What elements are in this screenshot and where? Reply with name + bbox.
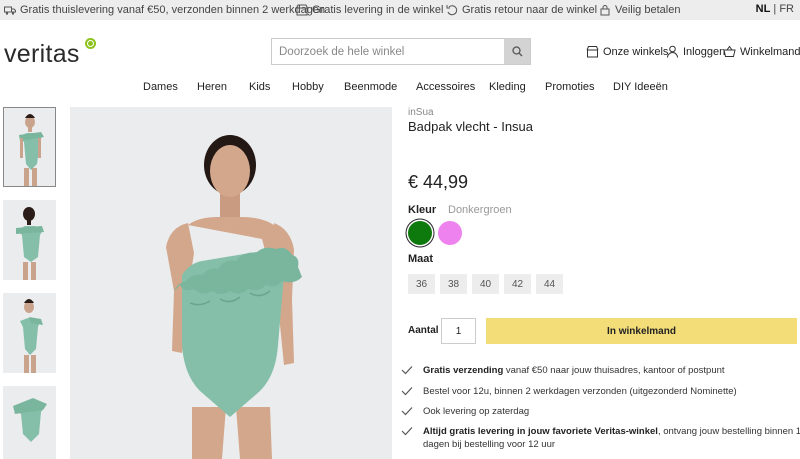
thumbnail-side-image xyxy=(20,299,43,373)
nav-item-promoties[interactable]: Promoties xyxy=(545,81,595,93)
store-icon xyxy=(296,4,308,16)
thumbnail-front-image xyxy=(19,114,44,186)
model-swimsuit-photo xyxy=(166,135,302,459)
cart-link[interactable]: Winkelmandje xyxy=(723,45,800,58)
store-icon xyxy=(586,46,599,58)
size-option-36[interactable]: 36 xyxy=(408,274,435,294)
usp-delivery-text: Gratis thuislevering vanaf €50, verzonde… xyxy=(20,4,326,16)
language-switch: NL | FR xyxy=(756,3,794,15)
usp-store-text: Gratis levering in de winkel xyxy=(312,4,444,16)
product-price: € 44,99 xyxy=(408,172,469,192)
check-icon xyxy=(401,387,413,396)
thumbnail-front[interactable] xyxy=(3,107,56,187)
nav-item-heren[interactable]: Heren xyxy=(197,81,227,93)
basket-icon xyxy=(723,45,736,57)
size-label: Maat xyxy=(408,253,434,265)
usp-store: Gratis levering in de winkel xyxy=(296,3,443,17)
benefit-free-shipping-bold: Gratis verzending xyxy=(423,365,504,376)
color-value: Donkergroen xyxy=(448,204,512,216)
cart-label: Winkelmandje xyxy=(740,45,800,58)
nav-item-accessoires[interactable]: Accessoires xyxy=(416,81,475,93)
check-icon xyxy=(401,366,413,375)
product-title: Badpak vlecht - Insua xyxy=(408,119,534,134)
benefit-store-delivery-line2: dagen bij bestelling voor 12 uur xyxy=(423,439,556,450)
search-input[interactable] xyxy=(272,39,504,64)
quantity-input[interactable]: 1 xyxy=(441,318,476,344)
stores-link[interactable]: Onze winkels xyxy=(586,45,668,58)
lang-nl[interactable]: NL xyxy=(756,3,771,15)
login-link[interactable]: Inloggen xyxy=(666,45,725,58)
return-icon xyxy=(446,5,458,16)
lock-icon xyxy=(600,5,610,16)
user-icon xyxy=(667,45,678,58)
nav-item-beenmode[interactable]: Beenmode xyxy=(344,81,397,93)
thumbnail-back-image xyxy=(16,207,44,280)
logo-dot-icon xyxy=(85,38,96,49)
search-button[interactable] xyxy=(504,39,530,64)
product-brand[interactable]: inSua xyxy=(408,107,434,118)
stores-label: Onze winkels xyxy=(603,45,669,58)
add-to-cart-button[interactable]: In winkelmand xyxy=(486,318,797,344)
thumbnail-flatlay[interactable] xyxy=(3,386,56,459)
usp-return-text: Gratis retour naar de winkel xyxy=(462,4,598,16)
size-option-40[interactable]: 40 xyxy=(472,274,499,294)
swatch-pink[interactable] xyxy=(438,221,462,245)
search-bar xyxy=(271,38,531,65)
color-label: Kleur xyxy=(408,204,437,216)
benefit-store-delivery-rest: , ontvang jouw bestelling binnen 10 xyxy=(657,426,800,437)
usp-secure-text: Veilig betalen xyxy=(615,4,681,16)
benefit-fast-delivery: Bestel voor 12u, binnen 2 werkdagen verz… xyxy=(423,386,737,397)
benefit-saturday: Ook levering op zaterdag xyxy=(423,406,530,417)
benefit-free-shipping: Gratis verzending vanaf €50 naar jouw th… xyxy=(423,364,725,377)
nav-item-hobby[interactable]: Hobby xyxy=(292,81,324,93)
quantity-label: Aantal xyxy=(408,325,439,336)
usp-bar: Gratis thuislevering vanaf €50, verzonde… xyxy=(0,0,800,20)
main-product-image[interactable] xyxy=(70,107,392,459)
nav-item-kleding[interactable]: Kleding xyxy=(489,81,526,93)
benefit-store-delivery: Altijd gratis levering in jouw favoriete… xyxy=(423,425,800,438)
lang-fr[interactable]: FR xyxy=(779,3,794,15)
login-label: Inloggen xyxy=(683,45,726,58)
check-icon xyxy=(401,407,413,416)
truck-icon xyxy=(4,6,16,15)
thumbnail-flatlay-image xyxy=(13,398,47,442)
veritas-logo[interactable]: veritas xyxy=(4,40,80,69)
size-option-38[interactable]: 38 xyxy=(440,274,467,294)
check-icon xyxy=(401,427,413,436)
size-option-44[interactable]: 44 xyxy=(536,274,563,294)
usp-secure: Veilig betalen xyxy=(599,3,680,17)
thumbnail-back[interactable] xyxy=(3,200,56,280)
nav-item-dames[interactable]: Dames xyxy=(143,81,178,93)
swatch-darkgreen[interactable] xyxy=(408,221,432,245)
nav-item-diy[interactable]: DIY Ideeën xyxy=(613,81,668,93)
benefit-store-delivery-bold: Altijd gratis levering in jouw favoriete… xyxy=(423,426,658,437)
lang-separator: | xyxy=(770,3,780,15)
usp-return: Gratis retour naar de winkel xyxy=(446,3,597,17)
usp-delivery: Gratis thuislevering vanaf €50, verzonde… xyxy=(4,3,325,17)
benefit-free-shipping-rest: vanaf €50 naar jouw thuisadres, kantoor … xyxy=(503,365,725,376)
nav-item-kids[interactable]: Kids xyxy=(249,81,270,93)
size-option-42[interactable]: 42 xyxy=(504,274,531,294)
search-icon xyxy=(511,46,522,57)
thumbnail-side[interactable] xyxy=(3,293,56,373)
